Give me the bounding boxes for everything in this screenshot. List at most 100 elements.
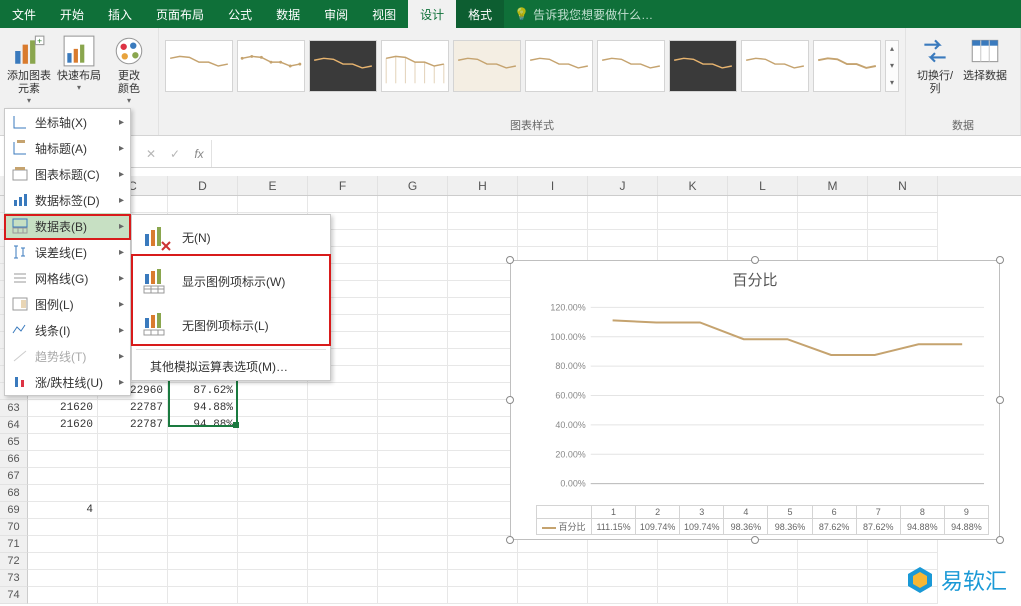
cell[interactable] <box>448 451 518 468</box>
cell[interactable] <box>308 434 378 451</box>
cell[interactable] <box>588 570 658 587</box>
cell[interactable] <box>98 519 168 536</box>
cell[interactable] <box>378 383 448 400</box>
col-header-cell[interactable]: G <box>378 176 448 195</box>
cell[interactable] <box>658 570 728 587</box>
chart-plot-area[interactable]: 0.00%20.00%40.00%60.00%80.00%100.00%120.… <box>536 301 989 503</box>
resize-handle[interactable] <box>996 256 1004 264</box>
cell[interactable] <box>448 434 518 451</box>
cell[interactable] <box>728 587 798 604</box>
submenu-more[interactable]: 其他模拟运算表选项(M)… <box>132 352 330 380</box>
cell[interactable] <box>98 587 168 604</box>
add-chart-element-button[interactable]: + 添加图表 元素 ▾ <box>6 32 52 106</box>
cell[interactable] <box>378 434 448 451</box>
cell[interactable] <box>238 400 308 417</box>
cell[interactable] <box>378 468 448 485</box>
style-thumb-2[interactable] <box>237 40 305 92</box>
submenu-none[interactable]: 无(N) <box>132 215 330 259</box>
menu-line[interactable]: 线条(I)▸ <box>5 317 130 343</box>
row-header[interactable]: 70 <box>0 519 28 536</box>
cell[interactable] <box>238 587 308 604</box>
cell[interactable] <box>518 553 588 570</box>
cell[interactable] <box>98 570 168 587</box>
cell[interactable] <box>448 519 518 536</box>
style-thumb-7[interactable] <box>597 40 665 92</box>
col-header-cell[interactable]: M <box>798 176 868 195</box>
menu-grid[interactable]: 网格线(G)▸ <box>5 265 130 291</box>
row-header[interactable]: 66 <box>0 451 28 468</box>
cell[interactable] <box>308 570 378 587</box>
tab-formula[interactable]: 公式 <box>216 0 264 28</box>
cell[interactable] <box>238 553 308 570</box>
tab-design[interactable]: 设计 <box>408 0 456 28</box>
cell[interactable] <box>238 417 308 434</box>
cell[interactable] <box>308 553 378 570</box>
submenu-no-legend[interactable]: 无图例项标示(L) <box>132 303 330 347</box>
cell[interactable]: 94.88% <box>168 400 238 417</box>
style-thumb-4[interactable] <box>381 40 449 92</box>
cell[interactable]: 21620 <box>28 417 98 434</box>
cell[interactable] <box>448 502 518 519</box>
tab-insert[interactable]: 插入 <box>96 0 144 28</box>
cell[interactable] <box>588 587 658 604</box>
fx-icon[interactable]: fx <box>187 147 211 161</box>
cell[interactable] <box>308 536 378 553</box>
cell[interactable] <box>28 536 98 553</box>
cell[interactable] <box>238 519 308 536</box>
style-thumb-3[interactable] <box>309 40 377 92</box>
cell[interactable] <box>308 400 378 417</box>
cell[interactable] <box>238 383 308 400</box>
cell[interactable] <box>238 451 308 468</box>
cell[interactable]: 21620 <box>28 400 98 417</box>
resize-handle[interactable] <box>751 536 759 544</box>
cell[interactable] <box>28 485 98 502</box>
style-thumb-9[interactable] <box>741 40 809 92</box>
cell[interactable] <box>28 519 98 536</box>
resize-handle[interactable] <box>996 396 1004 404</box>
cell[interactable] <box>448 587 518 604</box>
style-thumb-10[interactable] <box>813 40 881 92</box>
col-header-cell[interactable]: I <box>518 176 588 195</box>
cell[interactable] <box>798 553 868 570</box>
resize-handle[interactable] <box>506 396 514 404</box>
tab-view[interactable]: 视图 <box>360 0 408 28</box>
chart-title[interactable]: 百分比 <box>511 261 999 294</box>
cell[interactable] <box>378 587 448 604</box>
cell[interactable] <box>308 587 378 604</box>
cell[interactable] <box>378 400 448 417</box>
cell[interactable] <box>798 587 868 604</box>
cell[interactable] <box>518 587 588 604</box>
resize-handle[interactable] <box>751 256 759 264</box>
resize-handle[interactable] <box>996 536 1004 544</box>
cell[interactable] <box>448 417 518 434</box>
cell[interactable] <box>238 468 308 485</box>
col-header-cell[interactable]: E <box>238 176 308 195</box>
row-header[interactable]: 63 <box>0 400 28 417</box>
cell[interactable] <box>378 519 448 536</box>
change-color-button[interactable]: 更改 颜色 ▾ <box>106 32 152 106</box>
switch-row-col-button[interactable]: 切换行/列 <box>912 32 958 96</box>
tab-layout[interactable]: 页面布局 <box>144 0 216 28</box>
col-header-cell[interactable]: D <box>168 176 238 195</box>
cell[interactable] <box>28 451 98 468</box>
cell[interactable] <box>28 587 98 604</box>
row-header[interactable]: 72 <box>0 553 28 570</box>
chart-object[interactable]: 百分比 0.00%20.00%40.00%60.00%80.00%100.00%… <box>510 260 1000 540</box>
cell[interactable] <box>98 553 168 570</box>
row-header[interactable]: 68 <box>0 485 28 502</box>
style-thumb-6[interactable] <box>525 40 593 92</box>
menu-axis[interactable]: 坐标轴(X)▸ <box>5 109 130 135</box>
cell[interactable] <box>28 553 98 570</box>
row-header[interactable]: 65 <box>0 434 28 451</box>
menu-data-label[interactable]: 数据标签(D)▸ <box>5 187 130 213</box>
cell[interactable] <box>168 451 238 468</box>
cell[interactable] <box>658 587 728 604</box>
cell[interactable] <box>168 587 238 604</box>
cell[interactable] <box>728 553 798 570</box>
col-header-cell[interactable]: K <box>658 176 728 195</box>
tab-review[interactable]: 审阅 <box>312 0 360 28</box>
cell[interactable] <box>378 451 448 468</box>
cell[interactable]: 87.62% <box>168 383 238 400</box>
cell[interactable] <box>308 468 378 485</box>
cell[interactable] <box>308 485 378 502</box>
